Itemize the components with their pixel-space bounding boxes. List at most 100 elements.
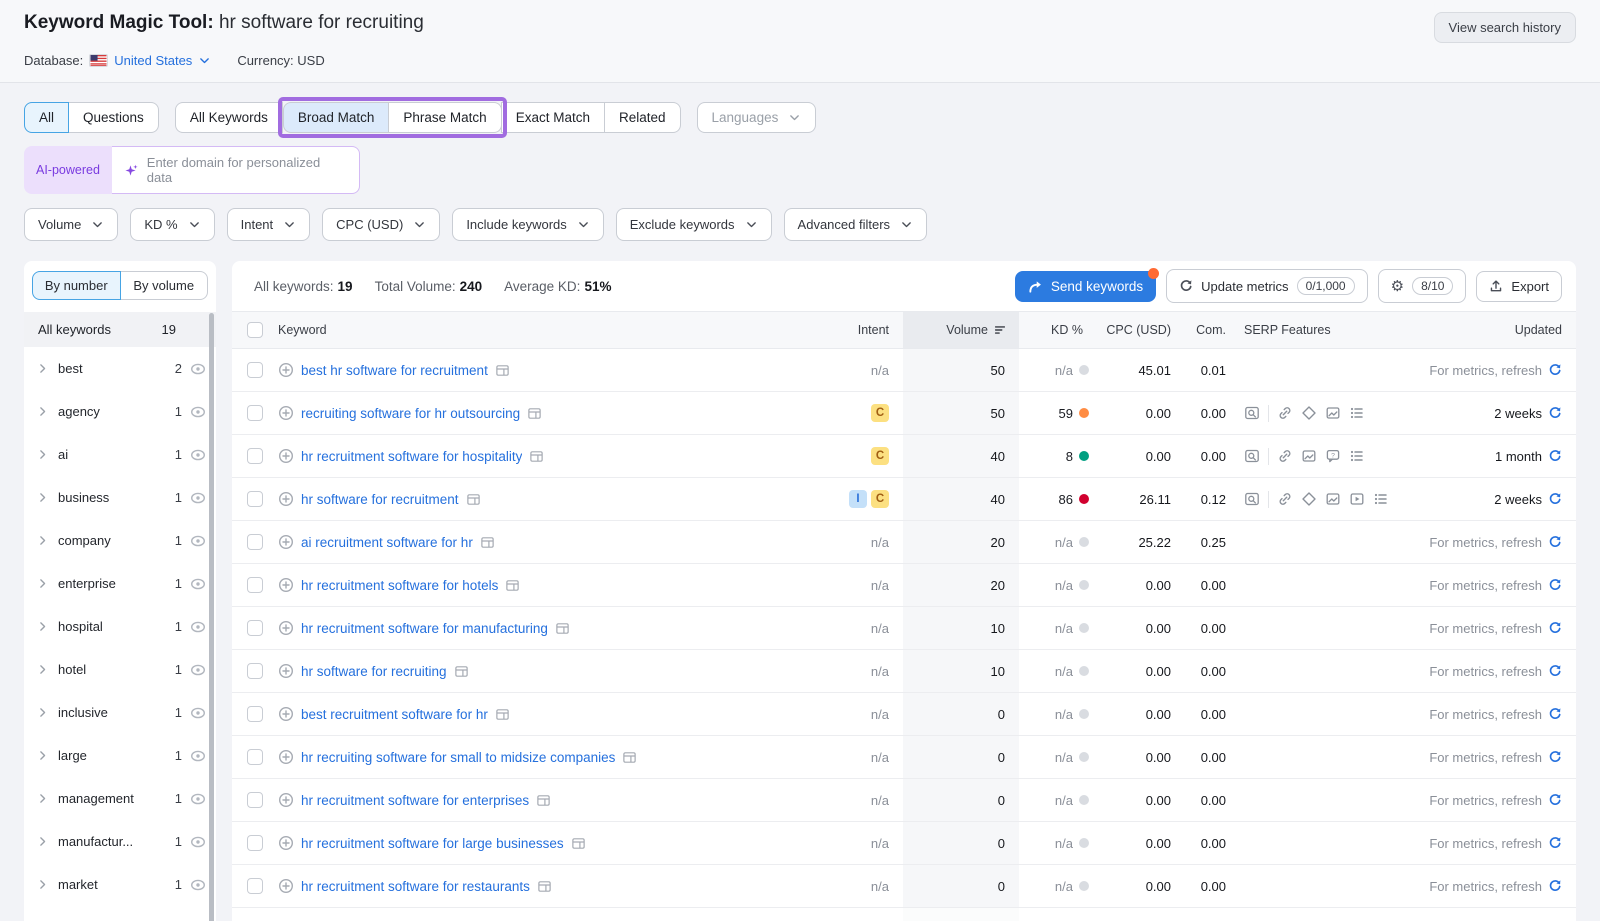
add-keyword-icon[interactable] bbox=[278, 749, 294, 765]
filter-intent[interactable]: Intent bbox=[227, 208, 311, 241]
eye-icon[interactable] bbox=[190, 791, 206, 807]
eye-icon[interactable] bbox=[190, 877, 206, 893]
eye-icon[interactable] bbox=[190, 404, 206, 420]
filter-exclude-keywords[interactable]: Exclude keywords bbox=[616, 208, 772, 241]
serp-card-icon[interactable] bbox=[536, 793, 551, 808]
serp-preview-icon[interactable] bbox=[1244, 448, 1260, 464]
refresh-row-icon[interactable] bbox=[1548, 793, 1562, 807]
list-icon[interactable] bbox=[1349, 448, 1365, 464]
row-checkbox[interactable] bbox=[247, 878, 263, 894]
add-keyword-icon[interactable] bbox=[278, 577, 294, 593]
update-metrics-button[interactable]: Update metrics 0/1,000 bbox=[1166, 269, 1367, 303]
group-row-best[interactable]: best 2 bbox=[24, 347, 216, 390]
group-row-enterprise[interactable]: enterprise 1 bbox=[24, 562, 216, 605]
serp-card-icon[interactable] bbox=[480, 535, 495, 550]
select-all-checkbox[interactable] bbox=[247, 322, 263, 338]
serp-card-icon[interactable] bbox=[537, 879, 552, 894]
serp-card-icon[interactable] bbox=[622, 750, 637, 765]
refresh-row-icon[interactable] bbox=[1548, 664, 1562, 678]
diamond-icon[interactable] bbox=[1301, 405, 1317, 421]
eye-icon[interactable] bbox=[190, 662, 206, 678]
eye-icon[interactable] bbox=[190, 447, 206, 463]
keyword-link[interactable]: hr recruitment software for hotels bbox=[301, 578, 498, 593]
keyword-link[interactable]: best hr software for recruitment bbox=[301, 363, 488, 378]
link-icon[interactable] bbox=[1277, 491, 1293, 507]
view-search-history-button[interactable]: View search history bbox=[1434, 12, 1576, 43]
col-keyword[interactable]: Keyword bbox=[278, 323, 821, 337]
serp-card-icon[interactable] bbox=[505, 578, 520, 593]
row-checkbox[interactable] bbox=[247, 362, 263, 378]
group-row-hotel[interactable]: hotel 1 bbox=[24, 648, 216, 691]
eye-icon[interactable] bbox=[190, 361, 206, 377]
keyword-link[interactable]: ai recruitment software for hr bbox=[301, 535, 473, 550]
serp-card-icon[interactable] bbox=[495, 707, 510, 722]
refresh-row-icon[interactable] bbox=[1548, 621, 1562, 635]
row-checkbox[interactable] bbox=[247, 749, 263, 765]
filter-cpc-usd[interactable]: CPC (USD) bbox=[322, 208, 440, 241]
add-keyword-icon[interactable] bbox=[278, 534, 294, 550]
serp-preview-icon[interactable] bbox=[1244, 405, 1260, 421]
col-volume[interactable]: Volume bbox=[903, 312, 1019, 348]
keyword-link[interactable]: recruiting software for hr outsourcing bbox=[301, 406, 520, 421]
refresh-row-icon[interactable] bbox=[1548, 406, 1562, 420]
serp-card-icon[interactable] bbox=[555, 621, 570, 636]
keyword-link[interactable]: hr recruiting software for small to mids… bbox=[301, 750, 615, 765]
group-row-management[interactable]: management 1 bbox=[24, 777, 216, 820]
row-checkbox[interactable] bbox=[247, 792, 263, 808]
refresh-row-icon[interactable] bbox=[1548, 578, 1562, 592]
group-row-inclusive[interactable]: inclusive 1 bbox=[24, 691, 216, 734]
list-icon[interactable] bbox=[1349, 405, 1365, 421]
send-keywords-button[interactable]: Send keywords bbox=[1015, 271, 1156, 302]
col-cpc[interactable]: CPC (USD) bbox=[1097, 323, 1179, 337]
col-com[interactable]: Com. bbox=[1179, 323, 1234, 337]
add-keyword-icon[interactable] bbox=[278, 620, 294, 636]
add-keyword-icon[interactable] bbox=[278, 362, 294, 378]
group-row-hospital[interactable]: hospital 1 bbox=[24, 605, 216, 648]
keyword-link[interactable]: hr software for recruiting bbox=[301, 664, 447, 679]
keyword-link[interactable]: hr recruitment software for large busine… bbox=[301, 836, 564, 851]
eye-icon[interactable] bbox=[190, 533, 206, 549]
filter-volume[interactable]: Volume bbox=[24, 208, 118, 241]
database-selector[interactable]: Database: United States bbox=[24, 53, 211, 68]
group-row-market[interactable]: market 1 bbox=[24, 863, 216, 906]
add-keyword-icon[interactable] bbox=[278, 491, 294, 507]
serp-card-icon[interactable] bbox=[454, 664, 469, 679]
row-checkbox[interactable] bbox=[247, 620, 263, 636]
keyword-link[interactable]: hr recruitment software for enterprises bbox=[301, 793, 529, 808]
group-row-company[interactable]: company 1 bbox=[24, 519, 216, 562]
keyword-link[interactable]: hr recruitment software for hospitality bbox=[301, 449, 522, 464]
add-keyword-icon[interactable] bbox=[278, 405, 294, 421]
add-keyword-icon[interactable] bbox=[278, 878, 294, 894]
eye-icon[interactable] bbox=[190, 619, 206, 635]
sidebar-scrollbar[interactable] bbox=[209, 313, 214, 921]
add-keyword-icon[interactable] bbox=[278, 792, 294, 808]
filter-include-keywords[interactable]: Include keywords bbox=[452, 208, 603, 241]
refresh-row-icon[interactable] bbox=[1548, 449, 1562, 463]
tab-all-keywords[interactable]: All Keywords bbox=[175, 102, 283, 133]
keyword-link[interactable]: best recruitment software for hr bbox=[301, 707, 488, 722]
serp-card-icon[interactable] bbox=[529, 449, 544, 464]
toggle-by-number[interactable]: By number bbox=[32, 271, 121, 300]
group-row-large[interactable]: large 1 bbox=[24, 734, 216, 777]
refresh-row-icon[interactable] bbox=[1548, 363, 1562, 377]
serp-preview-icon[interactable] bbox=[1244, 491, 1260, 507]
row-checkbox[interactable] bbox=[247, 577, 263, 593]
serp-card-icon[interactable] bbox=[571, 836, 586, 851]
refresh-row-icon[interactable] bbox=[1548, 836, 1562, 850]
filter-kd[interactable]: KD % bbox=[130, 208, 214, 241]
group-row-business[interactable]: business 1 bbox=[24, 476, 216, 519]
diamond-icon[interactable] bbox=[1301, 491, 1317, 507]
add-keyword-icon[interactable] bbox=[278, 448, 294, 464]
link-icon[interactable] bbox=[1277, 448, 1293, 464]
row-checkbox[interactable] bbox=[247, 534, 263, 550]
tab-phrase-match[interactable]: Phrase Match bbox=[388, 102, 501, 133]
tab-related[interactable]: Related bbox=[604, 102, 681, 133]
group-row-agency[interactable]: agency 1 bbox=[24, 390, 216, 433]
languages-dropdown[interactable]: Languages bbox=[697, 102, 817, 133]
tab-questions[interactable]: Questions bbox=[68, 102, 159, 133]
filter-advanced-filters[interactable]: Advanced filters bbox=[784, 208, 928, 241]
row-checkbox[interactable] bbox=[247, 405, 263, 421]
export-button[interactable]: Export bbox=[1476, 271, 1562, 302]
row-checkbox[interactable] bbox=[247, 448, 263, 464]
serp-card-icon[interactable] bbox=[495, 363, 510, 378]
